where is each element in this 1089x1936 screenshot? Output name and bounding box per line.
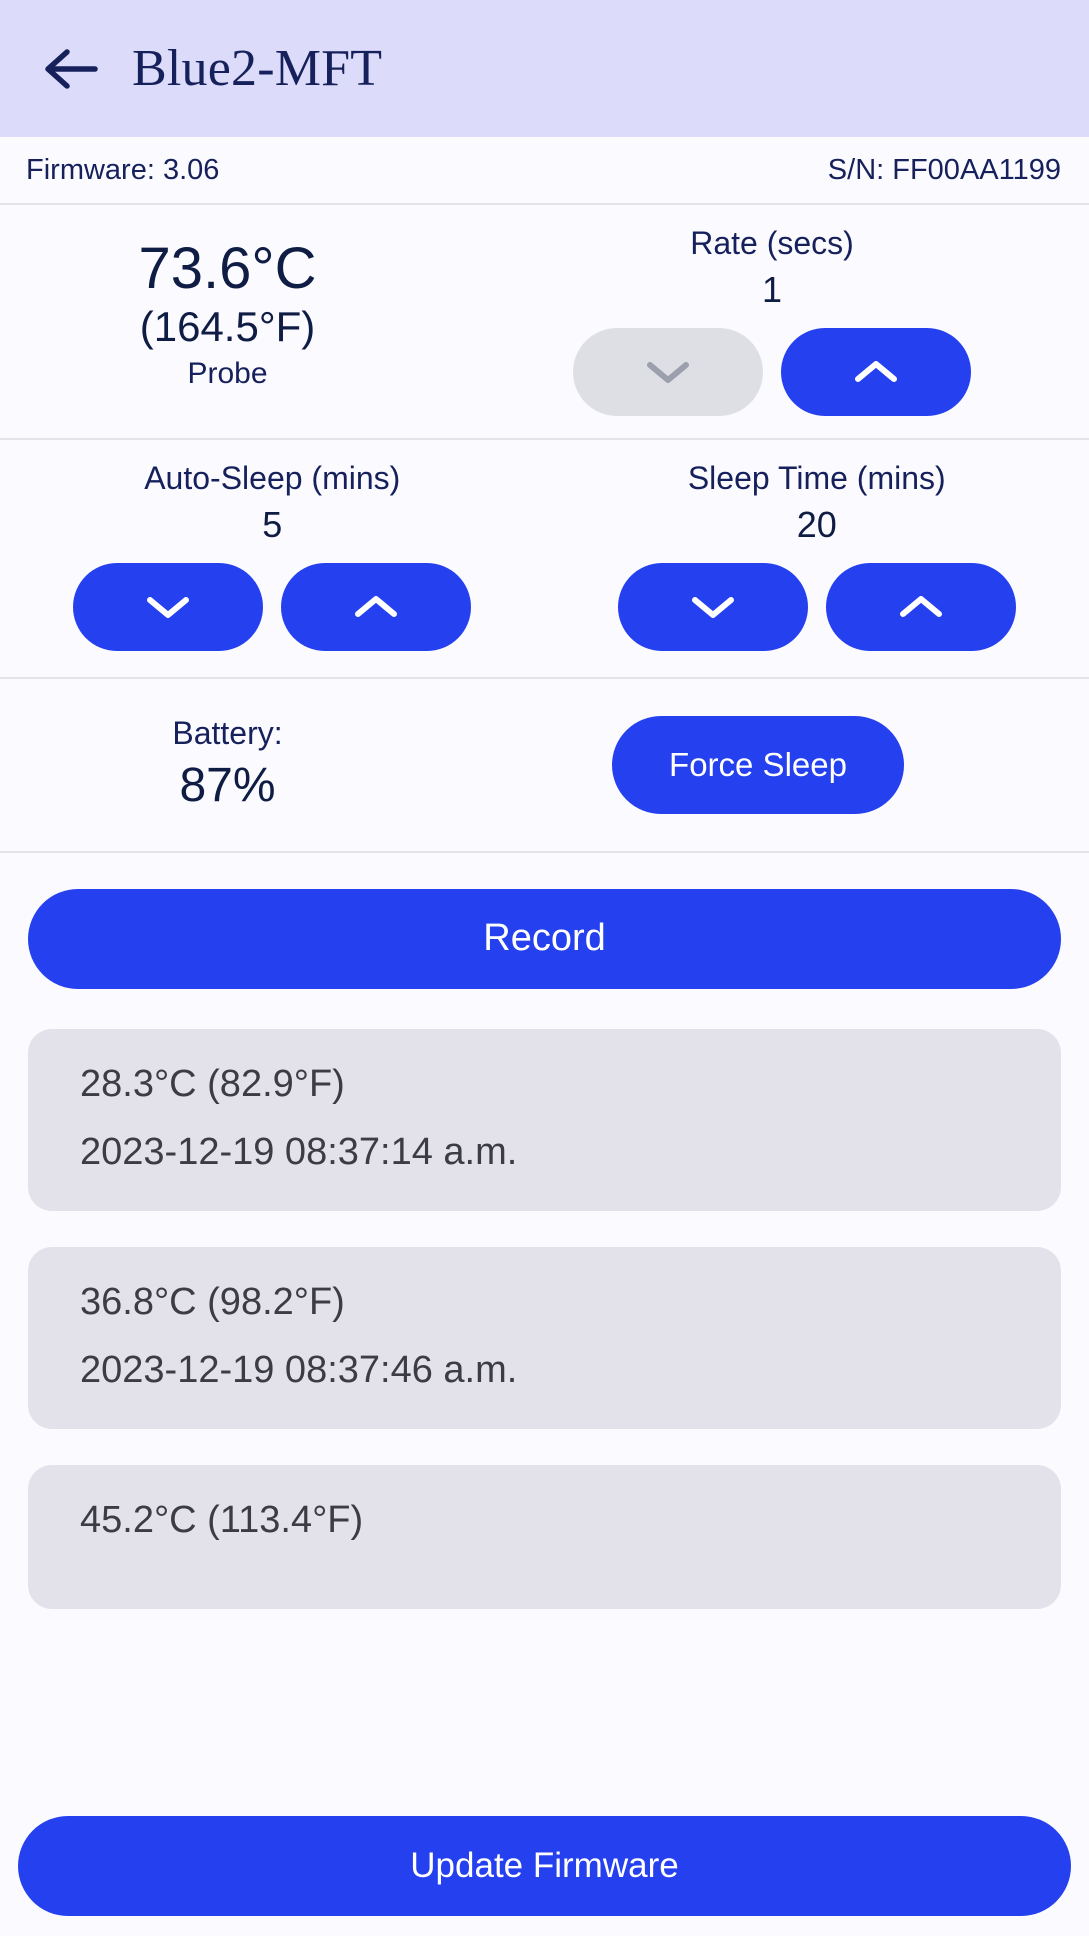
rate-value: 1 — [761, 269, 783, 310]
rate-increment-button[interactable] — [781, 327, 971, 416]
chevron-down-icon — [644, 357, 692, 387]
sleep-time-stepper: Sleep Time (mins) 20 — [545, 458, 1089, 651]
battery-label: Battery: — [172, 714, 283, 751]
chevron-up-icon — [352, 592, 400, 622]
battery-readout: Battery: 87% — [0, 713, 455, 817]
page-title: Blue2-MFT — [132, 39, 383, 97]
arrow-left-icon — [43, 46, 99, 92]
sleep-time-decrement-button[interactable] — [617, 562, 808, 651]
sleep-time-increment-button[interactable] — [825, 562, 1016, 651]
temperature-source-label: Probe — [187, 356, 268, 390]
serial-number-label: S/N: FF00AA1199 — [827, 153, 1061, 186]
battery-section: Battery: 87% Force Sleep — [0, 678, 1089, 853]
auto-sleep-title: Auto-Sleep (mins) — [144, 459, 401, 496]
list-item[interactable]: 28.3°C (82.9°F) 2023-12-19 08:37:14 a.m. — [28, 1028, 1061, 1211]
temperature-rate-section: 73.6°C (164.5°F) Probe Rate (secs) 1 — [0, 205, 1089, 440]
rate-stepper: Rate (secs) 1 — [455, 223, 1089, 416]
auto-sleep-stepper: Auto-Sleep (mins) 5 — [0, 458, 545, 651]
sleep-time-value: 20 — [796, 503, 837, 545]
temperature-celsius: 73.6°C — [138, 236, 317, 301]
sleep-settings-section: Auto-Sleep (mins) 5 Sleep Time (mins) 20 — [0, 439, 1089, 679]
record-timestamp: 2023-12-19 08:37:46 a.m. — [80, 1348, 518, 1391]
record-timestamp: 2023-12-19 08:37:14 a.m. — [80, 1130, 518, 1173]
chevron-up-icon — [897, 592, 945, 622]
bottom-action-bar: Update Firmware — [0, 1816, 1089, 1936]
temperature-fahrenheit: (164.5°F) — [139, 302, 316, 350]
list-item[interactable]: 36.8°C (98.2°F) 2023-12-19 08:37:46 a.m. — [28, 1246, 1061, 1429]
record-temperature: 36.8°C (98.2°F) — [80, 1280, 345, 1323]
auto-sleep-increment-button[interactable] — [281, 562, 472, 651]
chevron-up-icon — [852, 357, 900, 387]
force-sleep-button[interactable]: Force Sleep — [612, 715, 904, 814]
record-list: 28.3°C (82.9°F) 2023-12-19 08:37:14 a.m.… — [28, 1028, 1061, 1609]
temperature-readout: 73.6°C (164.5°F) Probe — [0, 223, 455, 393]
firmware-version-label: Firmware: 3.06 — [26, 153, 220, 186]
auto-sleep-decrement-button[interactable] — [73, 562, 264, 651]
device-info-row: Firmware: 3.06 S/N: FF00AA1199 — [0, 137, 1089, 205]
record-button[interactable]: Record — [28, 888, 1061, 989]
rate-decrement-button[interactable] — [573, 327, 763, 416]
chevron-down-icon — [689, 592, 737, 622]
sleep-time-title: Sleep Time (mins) — [687, 459, 946, 496]
update-firmware-button[interactable]: Update Firmware — [18, 1816, 1071, 1916]
record-area: Record 28.3°C (82.9°F) 2023-12-19 08:37:… — [0, 852, 1089, 1609]
back-button[interactable] — [40, 38, 102, 100]
auto-sleep-value: 5 — [262, 503, 283, 545]
list-item[interactable]: 45.2°C (113.4°F) — [28, 1464, 1061, 1609]
rate-title: Rate (secs) — [690, 225, 854, 261]
chevron-down-icon — [144, 592, 192, 622]
app-bar: Blue2-MFT — [0, 0, 1089, 137]
record-temperature: 28.3°C (82.9°F) — [80, 1062, 345, 1105]
battery-percent: 87% — [179, 759, 276, 813]
record-temperature: 45.2°C (113.4°F) — [80, 1498, 364, 1541]
